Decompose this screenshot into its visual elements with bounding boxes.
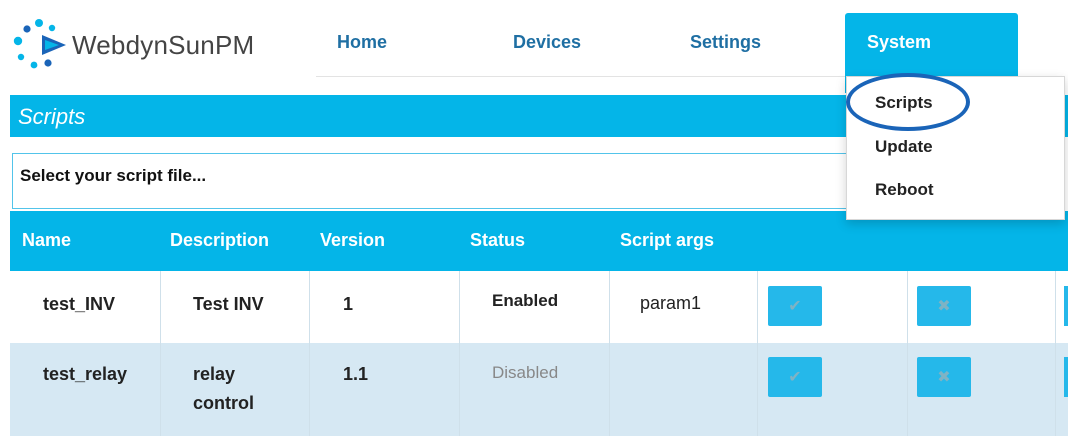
nav-system-label: System — [867, 32, 932, 52]
disable-button[interactable]: ✖ — [917, 357, 971, 397]
script-file-input[interactable]: Select your script file... — [12, 153, 852, 209]
nav-home[interactable]: Home — [337, 32, 387, 53]
table-header: Name Description Version Status Script a… — [10, 211, 1068, 271]
enable-button[interactable]: ✔ — [768, 286, 822, 326]
row-action-button[interactable] — [1064, 286, 1068, 326]
script-version: 1.1 — [343, 364, 369, 384]
nav-underline — [316, 76, 846, 77]
column-header-script-args: Script args — [620, 230, 715, 250]
script-description-line1: relay — [193, 364, 236, 384]
enable-button[interactable]: ✔ — [768, 357, 822, 397]
page-title: Scripts — [18, 104, 86, 129]
column-header-version: Version — [320, 230, 386, 250]
nav-settings[interactable]: Settings — [690, 32, 761, 53]
table-row: test_relay relay control 1.1 Disabled ✔ … — [10, 343, 1068, 436]
script-file-placeholder: Select your script file... — [20, 166, 207, 185]
cross-icon: ✖ — [937, 369, 951, 386]
script-description: Test INV — [193, 294, 264, 314]
check-icon: ✔ — [788, 369, 802, 386]
highlight-ring-annotation — [846, 73, 970, 131]
script-version: 1 — [343, 294, 354, 314]
column-header-name: Name — [22, 230, 72, 250]
sun-dots-logo-icon — [13, 19, 66, 69]
brand-name: WebdynSunPM — [72, 29, 255, 60]
script-description-line2: control — [193, 393, 254, 413]
row-action-button[interactable] — [1064, 357, 1068, 397]
nav-devices[interactable]: Devices — [513, 32, 581, 53]
script-status: Enabled — [492, 291, 559, 310]
script-name: test_relay — [43, 364, 128, 384]
cross-icon: ✖ — [937, 298, 951, 315]
script-args: param1 — [640, 293, 702, 313]
column-header-status: Status — [470, 230, 526, 250]
column-header-description: Description — [170, 230, 270, 250]
menu-item-update[interactable]: Update — [875, 137, 933, 157]
table-row: test_INV Test INV 1 Enabled param1 ✔ ✖ — [10, 271, 1068, 343]
menu-item-reboot[interactable]: Reboot — [875, 180, 934, 200]
script-name: test_INV — [43, 294, 116, 314]
check-icon: ✔ — [788, 298, 802, 315]
script-status: Disabled — [492, 363, 559, 382]
brand-logo[interactable]: WebdynSunPM — [8, 10, 288, 80]
disable-button[interactable]: ✖ — [917, 286, 971, 326]
